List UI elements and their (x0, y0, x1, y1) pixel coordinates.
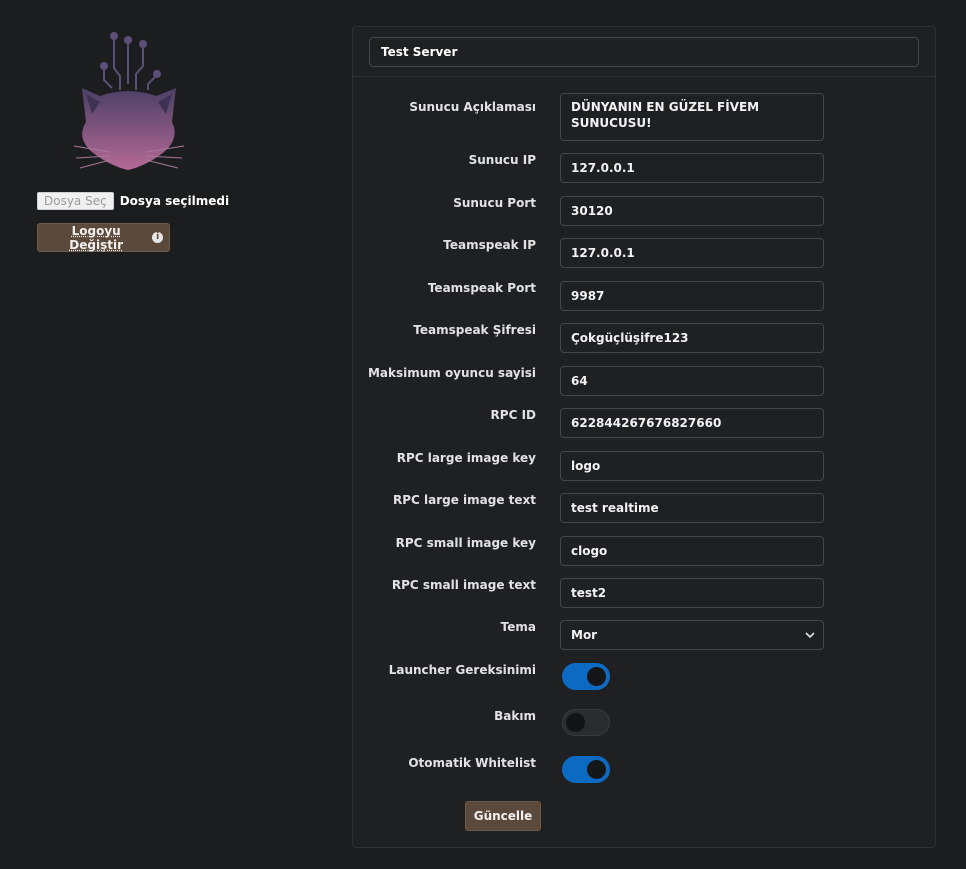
file-status-text: Dosya seçilmedi (119, 194, 230, 208)
launcher-required-toggle[interactable] (562, 663, 610, 690)
max-players-input[interactable] (560, 366, 824, 396)
max-players-label: Maksimum oyuncu sayisi (367, 366, 536, 380)
server-port-label: Sunucu Port (453, 196, 536, 210)
rpc-large-text-input[interactable] (560, 493, 824, 523)
maintenance-label: Bakım (494, 709, 536, 723)
rpc-large-key-input[interactable] (560, 451, 824, 481)
ts-password-input[interactable] (560, 323, 824, 353)
theme-label: Tema (500, 620, 536, 634)
rpc-small-key-input[interactable] (560, 536, 824, 566)
ts-ip-label: Teamspeak IP (443, 238, 536, 252)
rpc-id-input[interactable] (560, 408, 824, 438)
info-icon: i (152, 232, 163, 243)
ts-port-input[interactable] (560, 281, 824, 311)
change-logo-button[interactable]: Logoyu Değiştir i (37, 223, 170, 252)
server-ip-label: Sunucu IP (468, 153, 536, 167)
auto-whitelist-label: Otomatik Whitelist (408, 756, 536, 770)
fox-circuit-logo (70, 28, 188, 176)
launcher-required-label: Launcher Gereksinimi (388, 663, 536, 677)
rpc-large-key-label: RPC large image key (396, 451, 536, 465)
maintenance-toggle[interactable] (562, 709, 610, 736)
rpc-small-text-label: RPC small image text (391, 578, 536, 592)
auto-whitelist-toggle[interactable] (562, 756, 610, 783)
ts-password-label: Teamspeak Şifresi (413, 323, 536, 337)
rpc-large-text-label: RPC large image text (392, 493, 536, 507)
choose-file-button[interactable]: Dosya Seç (37, 192, 114, 210)
server-ip-input[interactable] (560, 153, 824, 183)
server-port-input[interactable] (560, 196, 824, 226)
ts-ip-input[interactable] (560, 238, 824, 268)
server-name-input[interactable] (369, 37, 919, 67)
rpc-small-text-input[interactable] (560, 578, 824, 608)
description-label: Sunucu Açıklaması (409, 100, 536, 114)
card-header (353, 27, 935, 77)
description-textarea[interactable]: DÜNYANIN EN GÜZEL FİVEM SUNUCUSU! (560, 93, 824, 141)
rpc-id-label: RPC ID (490, 408, 536, 422)
file-picker: Dosya Seç Dosya seçilmedi (37, 192, 229, 210)
rpc-small-key-label: RPC small image key (395, 536, 536, 550)
ts-port-label: Teamspeak Port (427, 281, 536, 295)
server-settings-card: Sunucu Açıklaması DÜNYANIN EN GÜZEL FİVE… (352, 26, 936, 848)
theme-select[interactable]: Mor (560, 620, 824, 650)
change-logo-label: Logoyu Değiştir (69, 223, 123, 252)
update-button[interactable]: Güncelle (465, 801, 541, 831)
